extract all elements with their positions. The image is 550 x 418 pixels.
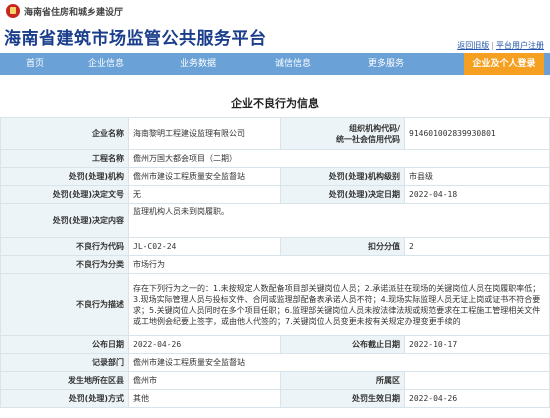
table-row: 处罚(处理)机构 儋州市建设工程质量安全监督站 处罚(处理)机构级别 市县级: [0, 167, 550, 186]
table-row: 企业名称 海南黎明工程建设监理有限公司 组织机构代码/统一社会信用代码 9146…: [0, 117, 550, 150]
main-nav: 首页 企业信息 业务数据 诚信信息 更多服务 企业及个人登录: [0, 53, 550, 75]
back-to-old-version-link[interactable]: 返回旧版: [457, 41, 489, 50]
recorder-value: 儋州市建设工程质量安全监督站: [128, 353, 550, 372]
score-value: 2: [404, 237, 550, 256]
nav-more-services[interactable]: 更多服务: [368, 53, 404, 75]
nav-credit-info[interactable]: 诚信信息: [275, 53, 311, 75]
bad-behavior-table: 企业名称 海南黎明工程建设监理有限公司 组织机构代码/统一社会信用代码 9146…: [0, 117, 550, 408]
decision-number-value: 无: [128, 185, 281, 204]
decision-date-value: 2022-04-18: [404, 185, 550, 204]
table-row: 工程名称 儋州万国大都会项目（二期）: [0, 149, 550, 168]
nav-home[interactable]: 首页: [26, 53, 44, 75]
district-label: 所属区: [280, 371, 405, 390]
company-name-label: 企业名称: [0, 117, 129, 150]
nav-enterprise-info[interactable]: 企业信息: [88, 53, 124, 75]
score-label: 扣分分值: [280, 237, 405, 256]
behavior-code-value: JL-C02-24: [128, 237, 281, 256]
handler-value: 儋州市建设工程质量安全监督站: [128, 167, 281, 186]
page-title: 企业不良行为信息: [231, 97, 319, 110]
publish-date-label: 公布日期: [0, 335, 129, 354]
table-row: 处罚(处理)决定内容 监理机构人员未到岗履职。: [0, 203, 550, 238]
site-title: 海南省建筑市场监管公共服务平台: [4, 29, 267, 49]
action-type-label: 处罚(处理)方式: [0, 389, 129, 408]
org-code-label-line2: 统一社会信用代码: [336, 134, 400, 144]
table-row: 处罚(处理)方式 其他 处罚生效日期 2022-04-26: [0, 389, 550, 408]
handler-level-label: 处罚(处理)机构级别: [280, 167, 405, 186]
behavior-code-label: 不良行为代码: [0, 237, 129, 256]
login-button[interactable]: 企业及个人登录: [464, 53, 544, 75]
top-links: 返回旧版 | 平台用户注册: [457, 40, 544, 51]
company-name-value: 海南黎明工程建设监理有限公司: [128, 117, 281, 150]
org-code-label: 组织机构代码/统一社会信用代码: [280, 117, 405, 150]
publish-end-date-label: 公布截止日期: [280, 335, 405, 354]
decision-number-label: 处罚(处理)决定文号: [0, 185, 129, 204]
decision-content-label: 处罚(处理)决定内容: [0, 203, 129, 238]
handler-level-value: 市县级: [404, 167, 550, 186]
location-label: 发生地所在区县: [0, 371, 129, 390]
handler-label: 处罚(处理)机构: [0, 167, 129, 186]
table-row: 记录部门 儋州市建设工程质量安全监督站: [0, 353, 550, 372]
effective-date-value: 2022-04-26: [404, 389, 550, 408]
emblem-icon: [6, 4, 20, 18]
decision-content-value: 监理机构人员未到岗履职。: [128, 203, 550, 238]
department-name: 海南省住房和城乡建设厅: [24, 8, 124, 18]
table-row: 发生地所在区县 儋州市 所属区: [0, 371, 550, 390]
user-register-link[interactable]: 平台用户注册: [496, 41, 544, 50]
table-row: 不良行为分类 市场行为: [0, 255, 550, 274]
location-value: 儋州市: [128, 371, 281, 390]
table-row: 公布日期 2022-04-26 公布截止日期 2022-10-17: [0, 335, 550, 354]
org-code-value: 914601002839930801: [404, 117, 550, 150]
behavior-category-value: 市场行为: [128, 255, 550, 274]
link-separator: |: [491, 41, 494, 50]
recorder-label: 记录部门: [0, 353, 129, 372]
project-name-label: 工程名称: [0, 149, 129, 168]
effective-date-label: 处罚生效日期: [280, 389, 405, 408]
site-header: 海南省住房和城乡建设厅 海南省建筑市场监管公共服务平台 返回旧版 | 平台用户注册: [0, 0, 550, 52]
main-content: 企业不良行为信息 企业名称 海南黎明工程建设监理有限公司 组织机构代码/统一社会…: [0, 75, 550, 418]
nav-business-data[interactable]: 业务数据: [180, 53, 216, 75]
org-code-label-line1: 组织机构代码/: [349, 123, 400, 133]
district-value: [404, 371, 550, 390]
table-row: 不良行为代码 JL-C02-24 扣分分值 2: [0, 237, 550, 256]
table-row: 处罚(处理)决定文号 无 处罚(处理)决定日期 2022-04-18: [0, 185, 550, 204]
behavior-description-label: 不良行为描述: [0, 273, 129, 336]
publish-end-date-value: 2022-10-17: [404, 335, 550, 354]
action-type-value: 其他: [128, 389, 281, 408]
project-name-value: 儋州万国大都会项目（二期）: [128, 149, 550, 168]
behavior-description-value: 存在下列行为之一的：1.未按规定人数配备项目部关键岗位人员；2.承诺派驻在现场的…: [128, 273, 550, 336]
table-row: 不良行为描述 存在下列行为之一的：1.未按规定人数配备项目部关键岗位人员；2.承…: [0, 273, 550, 336]
publish-date-value: 2022-04-26: [128, 335, 281, 354]
decision-date-label: 处罚(处理)决定日期: [280, 185, 405, 204]
behavior-category-label: 不良行为分类: [0, 255, 129, 274]
